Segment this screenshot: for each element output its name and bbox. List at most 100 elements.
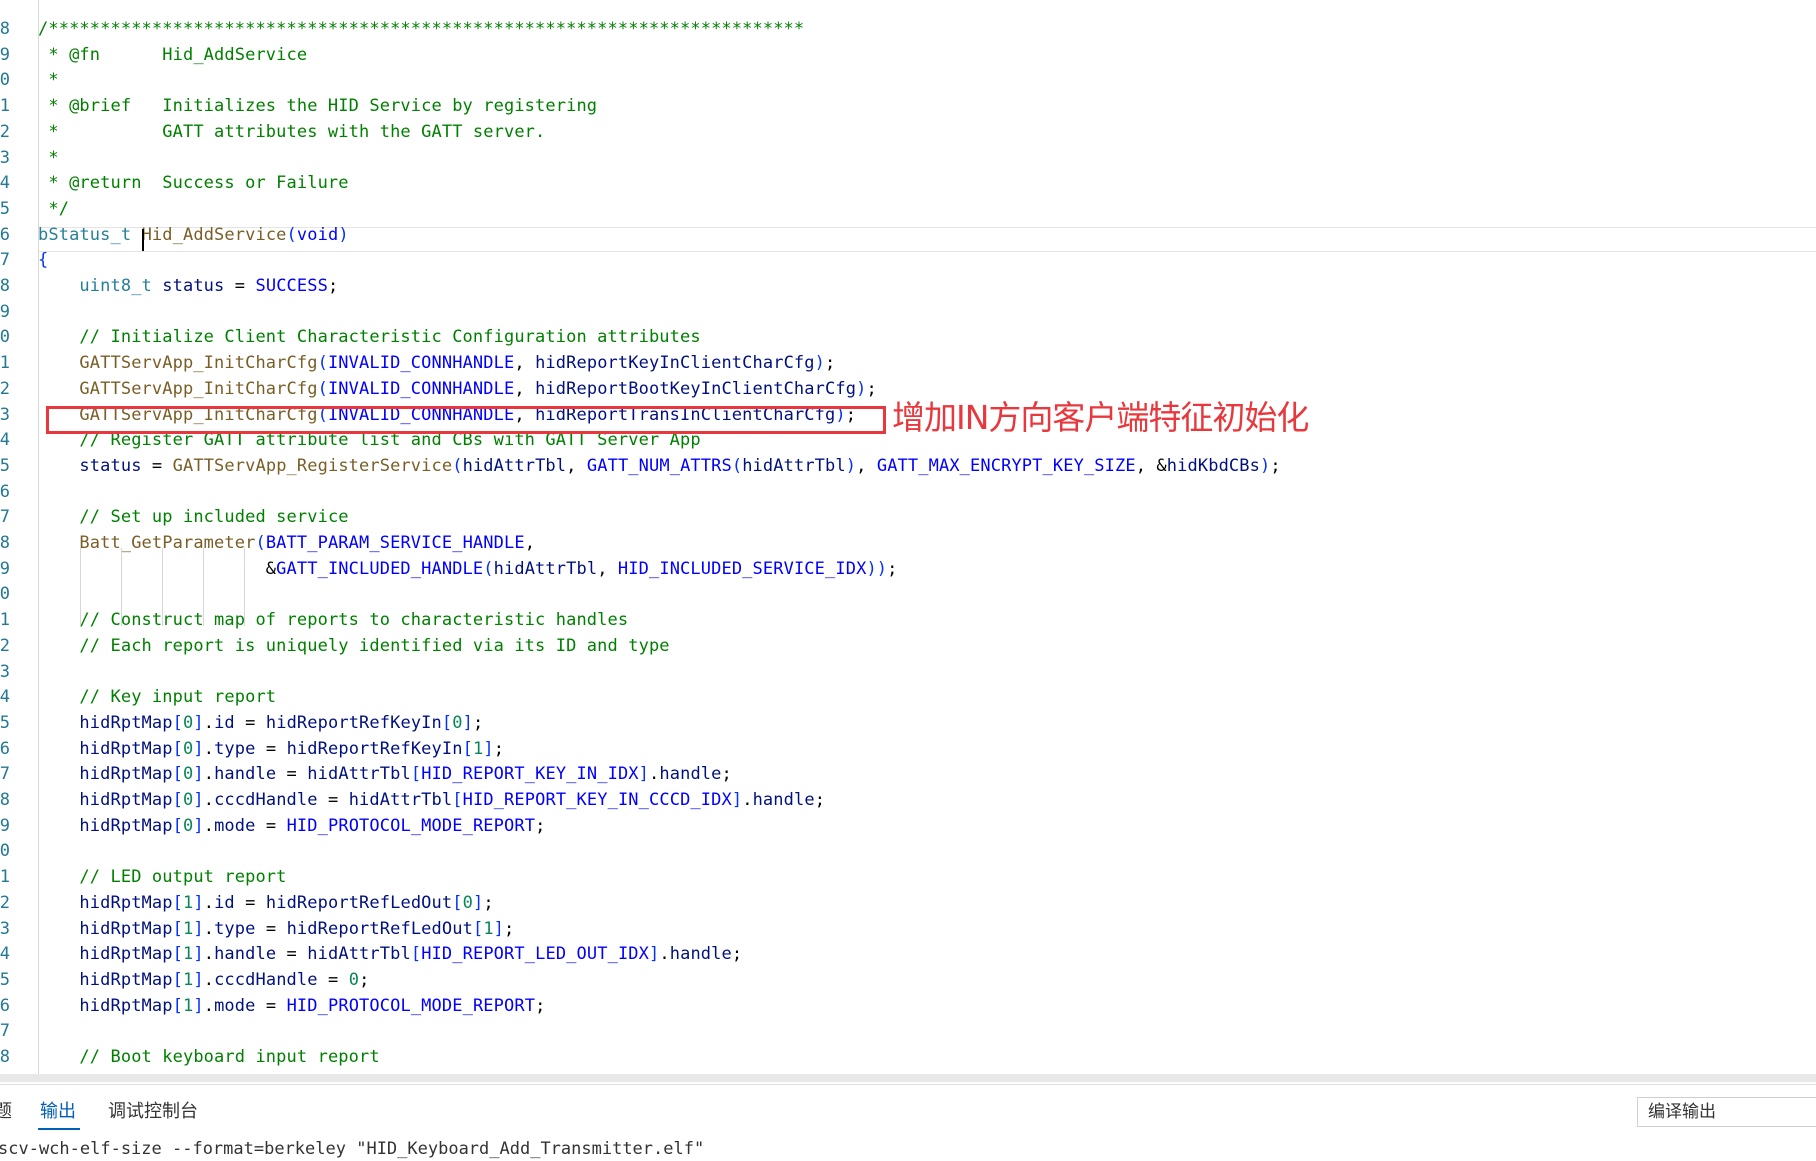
code-line[interactable]: bStatus_t Hid_AddService(void) xyxy=(38,222,349,248)
code-line[interactable]: /***************************************… xyxy=(38,16,804,42)
annotation-text: 增加IN方向客户端特征初始化 xyxy=(892,398,1309,437)
code-line[interactable]: hidRptMap[1].handle = hidAttrTbl[HID_REP… xyxy=(38,941,742,967)
code-line[interactable]: * @fn Hid_AddService xyxy=(38,42,307,68)
code-token: hidReportRefLedOut xyxy=(265,892,453,913)
code-token: { xyxy=(38,250,49,271)
code-token: // Each report is uniquely identified vi… xyxy=(79,635,670,656)
code-token: [ xyxy=(172,764,183,785)
code-line[interactable]: hidRptMap[0].handle = hidAttrTbl[HID_REP… xyxy=(38,761,732,787)
code-line[interactable]: hidRptMap[1].id = hidReportRefLedOut[0]; xyxy=(38,890,494,916)
code-line[interactable]: * xyxy=(38,145,59,171)
code-token: ; xyxy=(359,969,370,990)
code-line[interactable]: // Key input report xyxy=(38,684,276,710)
code-line[interactable]: hidRptMap[0].mode = HID_PROTOCOL_MODE_RE… xyxy=(38,813,545,839)
code-line[interactable]: hidRptMap[0].type = hidReportRefKeyIn[1]… xyxy=(38,736,504,762)
code-line[interactable]: { xyxy=(38,247,48,273)
code-token: ] xyxy=(193,944,204,965)
code-token: bStatus_t xyxy=(38,224,132,245)
line-number: 4 xyxy=(0,944,10,965)
code-token: ] xyxy=(462,712,473,733)
code-token: ) xyxy=(845,455,857,476)
code-line[interactable]: hidRptMap[0].id = hidReportRefKeyIn[0]; xyxy=(38,710,483,736)
code-token: ( xyxy=(317,353,328,374)
code-line[interactable]: GATTServApp_InitCharCfg(INVALID_CONNHAND… xyxy=(38,350,835,376)
code-token: * @return Success or Failure xyxy=(38,173,349,194)
code-token: Batt_GetParameter xyxy=(79,533,256,553)
code-token: * @fn Hid_AddService xyxy=(38,44,308,65)
output-channel-label: 编译输出 xyxy=(1648,1102,1716,1122)
code-token: ] xyxy=(483,738,494,759)
code-token: hidKbdCBs xyxy=(1166,455,1260,476)
tab-output[interactable]: 输出 xyxy=(40,1099,76,1125)
code-line[interactable]: * @brief Initializes the HID Service by … xyxy=(38,93,597,119)
code-line[interactable]: * GATT attributes with the GATT server. xyxy=(38,119,545,145)
code-token: = xyxy=(141,455,173,476)
line-number: 4 xyxy=(0,687,10,708)
code-token: GATTServApp_RegisterService xyxy=(172,455,453,476)
code-token: hidAttrTbl xyxy=(493,558,598,579)
output-text-line: scv-wch-elf-size --format=berkeley "HID_… xyxy=(0,1139,705,1159)
code-line[interactable]: &GATT_INCLUDED_HANDLE(hidAttrTbl, HID_IN… xyxy=(38,556,898,582)
code-line[interactable]: // Construct map of reports to character… xyxy=(38,607,628,633)
tab-problems[interactable]: 题 xyxy=(0,1099,12,1125)
code-token: = xyxy=(317,790,349,810)
code-line[interactable]: hidRptMap[1].type = hidReportRefLedOut[1… xyxy=(38,916,514,942)
output-channel-select[interactable]: 编译输出 xyxy=(1637,1097,1816,1127)
code-token: , & xyxy=(1135,455,1167,476)
code-token: . xyxy=(203,969,215,990)
code-token: HID_INCLUDED_SERVICE_IDX xyxy=(617,558,867,579)
line-number: 0 xyxy=(0,584,10,605)
code-line[interactable]: // Initialize Client Characteristic Conf… xyxy=(38,324,701,350)
code-token: . xyxy=(203,790,215,810)
code-token: hidRptMap xyxy=(79,764,173,785)
code-token: hidReportKeyInClientCharCfg xyxy=(535,353,815,374)
code-token: [ xyxy=(172,995,183,1016)
code-editor[interactable]: 8901234567890123456789012345678901234567… xyxy=(0,0,1816,1082)
code-line[interactable]: // Set up included service xyxy=(38,504,349,530)
code-token: handle xyxy=(214,764,277,785)
code-line[interactable]: hidRptMap[1].mode = HID_PROTOCOL_MODE_RE… xyxy=(38,993,545,1019)
line-number: 1 xyxy=(0,610,10,631)
code-token: . xyxy=(203,918,215,939)
code-line[interactable]: GATTServApp_InitCharCfg(INVALID_CONNHAND… xyxy=(38,376,877,402)
code-token: hidAttrTbl xyxy=(742,455,846,476)
line-number: 7 xyxy=(0,507,10,528)
code-token: ; xyxy=(535,995,546,1016)
code-line[interactable]: * @return Success or Failure xyxy=(38,170,349,196)
line-number: 5 xyxy=(0,455,10,476)
line-number: 2 xyxy=(0,378,10,399)
code-token: = xyxy=(276,764,308,785)
code-token: ; xyxy=(493,738,505,759)
code-token: [ xyxy=(172,738,183,759)
code-token: ; xyxy=(327,276,339,296)
code-line[interactable]: * xyxy=(38,67,59,93)
code-line[interactable]: */ xyxy=(38,196,69,222)
code-line[interactable]: status = GATTServApp_RegisterService(hid… xyxy=(38,453,1281,479)
code-token: * xyxy=(38,147,59,168)
code-token: ] xyxy=(193,738,204,759)
code-line[interactable]: // Boot keyboard input report xyxy=(38,1044,380,1070)
code-token: [ xyxy=(462,738,473,759)
line-number: 4 xyxy=(0,430,10,451)
code-token: ] xyxy=(193,892,204,913)
code-token: ( xyxy=(452,455,463,476)
horizontal-scrollbar[interactable] xyxy=(0,1074,1816,1082)
code-token: 1 xyxy=(182,944,194,965)
code-line[interactable]: hidRptMap[1].cccdHandle = 0; xyxy=(38,967,369,993)
code-token: 0 xyxy=(182,764,194,785)
code-line[interactable]: // Each report is uniquely identified vi… xyxy=(38,633,670,659)
code-line[interactable]: Batt_GetParameter(BATT_PARAM_SERVICE_HAN… xyxy=(38,530,535,556)
code-token: ] xyxy=(193,918,204,939)
code-token: * GATT attributes with the GATT server. xyxy=(38,121,546,142)
code-token: [ xyxy=(172,918,183,939)
code-token: hidAttrTbl xyxy=(307,944,411,965)
tab-debug-console[interactable]: 调试控制台 xyxy=(108,1099,198,1125)
code-line[interactable]: hidRptMap[0].cccdHandle = hidAttrTbl[HID… xyxy=(38,787,825,813)
code-line[interactable]: uint8_t status = SUCCESS; xyxy=(38,273,338,299)
code-line[interactable]: // LED output report xyxy=(38,864,287,890)
indent-guide xyxy=(121,548,122,626)
code-token: hidRptMap xyxy=(79,712,173,733)
